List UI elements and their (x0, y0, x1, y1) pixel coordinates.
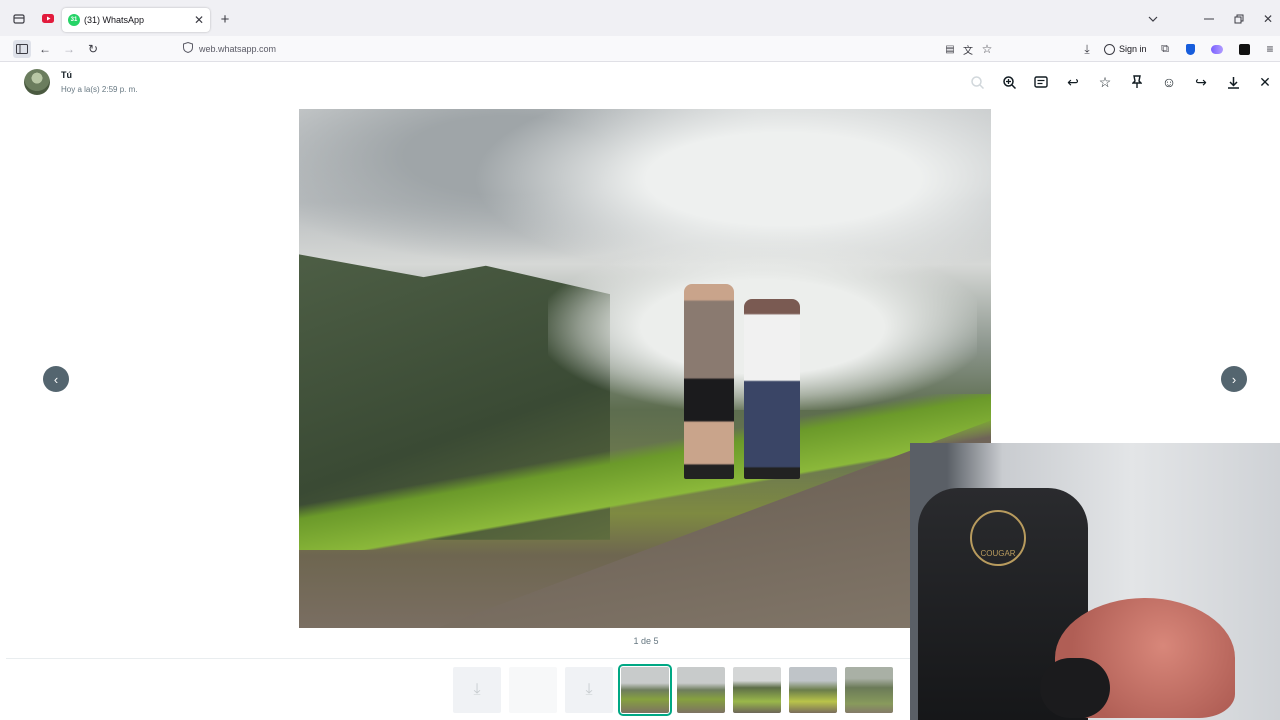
tab-list-icon[interactable] (12, 12, 26, 26)
sign-in-label: Sign in (1119, 44, 1147, 54)
forward-icon[interactable]: ↪ (1185, 72, 1217, 92)
url-bar[interactable]: web.whatsapp.com (183, 39, 1003, 59)
thumbnail[interactable]: ⤓ (565, 667, 613, 713)
translate-icon[interactable]: 文 (959, 40, 977, 58)
extensions-icon[interactable]: ⧉ (1156, 40, 1174, 58)
next-photo-button[interactable]: › (1221, 366, 1247, 392)
cougar-logo: COUGAR (970, 510, 1026, 566)
thumbnail[interactable]: ⤓ (453, 667, 501, 713)
main-photo[interactable] (299, 109, 991, 628)
thumbnail[interactable] (733, 667, 781, 713)
forward-icon[interactable]: → (60, 40, 78, 58)
youtube-icon[interactable] (42, 13, 54, 23)
minimize-icon[interactable] (1202, 12, 1216, 26)
pin-icon[interactable] (1121, 72, 1153, 92)
react-emoji-icon[interactable]: ☺ (1153, 72, 1185, 92)
reply-icon[interactable]: ↩ (1057, 72, 1089, 92)
close-icon[interactable]: ✕ (1249, 72, 1280, 92)
bitwarden-icon[interactable] (1181, 40, 1199, 58)
thumbnail[interactable] (509, 667, 557, 713)
browser-titlebar: 31 (31) WhatsApp ✕ + ✕ (0, 0, 1280, 36)
download-icon: ⤓ (473, 681, 481, 698)
zoom-out-icon[interactable] (961, 72, 993, 92)
reader-view-icon[interactable]: ▤ (941, 40, 959, 58)
downloads-icon[interactable]: ⤓ (1078, 40, 1096, 58)
window-close-icon[interactable]: ✕ (1261, 12, 1275, 26)
extension-icon[interactable] (1208, 40, 1226, 58)
browser-navbar: ← → ↻ web.whatsapp.com ▤ 文 ☆ ⤓ Sign in ⧉… (0, 36, 1280, 62)
thumbnail-selected[interactable] (618, 664, 672, 716)
person-left (684, 284, 734, 479)
reload-icon[interactable]: ↻ (84, 40, 102, 58)
sender-info[interactable]: Tú Hoy a la(s) 2:59 p. m. (24, 69, 137, 95)
photo-counter: 1 de 5 (633, 636, 659, 646)
shield-icon[interactable] (183, 41, 193, 56)
thumbnail[interactable] (845, 667, 893, 713)
restore-icon[interactable] (1232, 12, 1246, 26)
whatsapp-icon: 31 (68, 14, 80, 26)
thumbnail[interactable] (789, 667, 837, 713)
bookmark-star-icon[interactable]: ☆ (978, 40, 996, 58)
avatar (24, 69, 50, 95)
thumbnail-strip: ⤓ ⤓ (453, 664, 893, 716)
download-icon[interactable] (1217, 72, 1249, 92)
close-icon[interactable]: ✕ (194, 13, 204, 27)
star-icon[interactable]: ☆ (1089, 72, 1121, 92)
url-text: web.whatsapp.com (199, 44, 277, 54)
sidebar-icon[interactable] (13, 40, 31, 58)
notion-icon[interactable] (1235, 40, 1253, 58)
thumbnail[interactable] (677, 667, 725, 713)
tab-whatsapp[interactable]: 31 (31) WhatsApp ✕ (62, 8, 210, 32)
sender-name: Tú (61, 70, 72, 80)
back-icon[interactable]: ← (36, 40, 54, 58)
caption-icon[interactable] (1025, 72, 1057, 92)
tab-title: (31) WhatsApp (84, 15, 145, 25)
sender-time: Hoy a la(s) 2:59 p. m. (61, 85, 138, 94)
webcam-overlay: COUGAR (910, 443, 1280, 720)
chevron-down-icon[interactable] (1146, 13, 1160, 25)
menu-icon[interactable]: ≡ (1261, 40, 1279, 58)
download-icon: ⤓ (585, 681, 593, 698)
new-tab-icon[interactable]: + (218, 11, 232, 28)
headset (1040, 658, 1110, 718)
prev-photo-button[interactable]: ‹ (43, 366, 69, 392)
person-right (744, 299, 800, 479)
sign-in-button[interactable]: Sign in (1104, 41, 1147, 57)
viewer-toolbar: ↩ ☆ ☺ ↪ ✕ (961, 72, 1280, 92)
zoom-in-icon[interactable] (993, 72, 1025, 92)
account-icon (1104, 43, 1115, 55)
